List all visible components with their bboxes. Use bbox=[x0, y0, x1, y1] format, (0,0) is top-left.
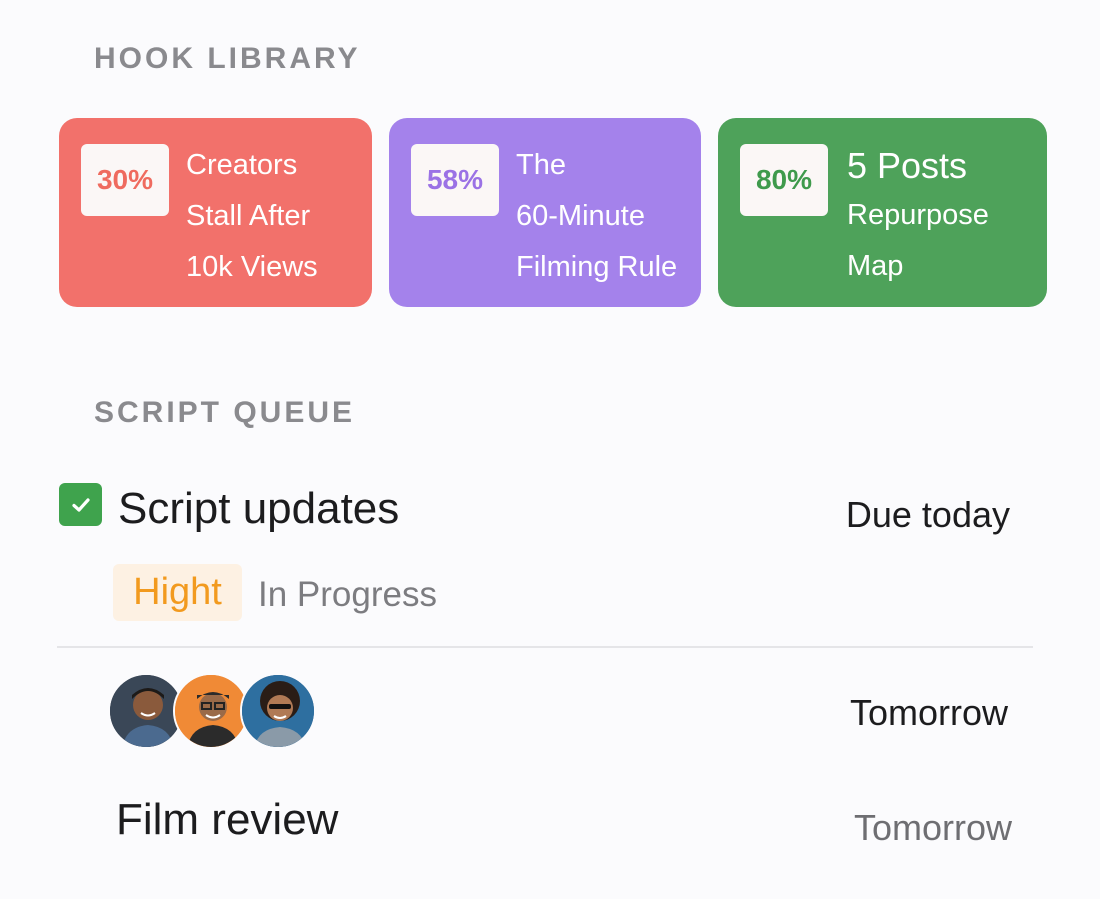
hook-card[interactable]: 58% The 60-Minute Filming Rule bbox=[389, 118, 701, 307]
hook-card-line: 5 Posts bbox=[847, 145, 968, 186]
hook-percent-badge: 58% bbox=[411, 144, 499, 216]
hook-card-line: Map bbox=[847, 250, 904, 282]
hook-card-text: 5 Posts Repurpose Map bbox=[847, 142, 1037, 292]
avatar bbox=[173, 673, 249, 749]
hook-library-heading: HOOK LIBRARY bbox=[94, 42, 361, 75]
task-checkbox[interactable] bbox=[59, 483, 102, 526]
hook-percent-badge: 30% bbox=[81, 144, 169, 216]
priority-tag: Hight bbox=[113, 564, 242, 621]
assignee-avatars[interactable] bbox=[108, 673, 318, 751]
task-due-date: Tomorrow bbox=[853, 807, 1012, 848]
hook-card-line: 60-Minute bbox=[516, 200, 645, 232]
task-status: In Progress bbox=[258, 575, 437, 614]
hook-card-line: Filming Rule bbox=[516, 251, 678, 283]
hook-card-line: Creators bbox=[186, 149, 298, 181]
checkmark-icon bbox=[71, 497, 90, 512]
task-due-date: Tomorrow bbox=[849, 692, 1008, 733]
hook-card-line: 10k Views bbox=[186, 251, 318, 283]
hook-card-text: Creators Stall After 10k Views bbox=[186, 140, 362, 293]
hook-percent-badge: 80% bbox=[740, 144, 828, 216]
hook-card-text: The 60-Minute Filming Rule bbox=[516, 140, 691, 293]
hook-card-line: Repurpose bbox=[847, 199, 989, 231]
hook-card[interactable]: 30% Creators Stall After 10k Views bbox=[59, 118, 372, 307]
script-queue-heading: SCRIPT QUEUE bbox=[94, 396, 356, 429]
hook-card-line: The bbox=[516, 149, 566, 181]
hook-card[interactable]: 80% 5 Posts Repurpose Map bbox=[718, 118, 1047, 307]
task-due-date: Due today bbox=[845, 494, 1010, 535]
avatar bbox=[240, 673, 316, 749]
hook-card-line: Stall After bbox=[186, 200, 311, 232]
task-title[interactable]: Script updates bbox=[118, 484, 399, 534]
divider bbox=[57, 646, 1033, 648]
task-title[interactable]: Film review bbox=[116, 795, 338, 845]
hook-cards: 30% Creators Stall After 10k Views 58% T… bbox=[59, 118, 1047, 307]
